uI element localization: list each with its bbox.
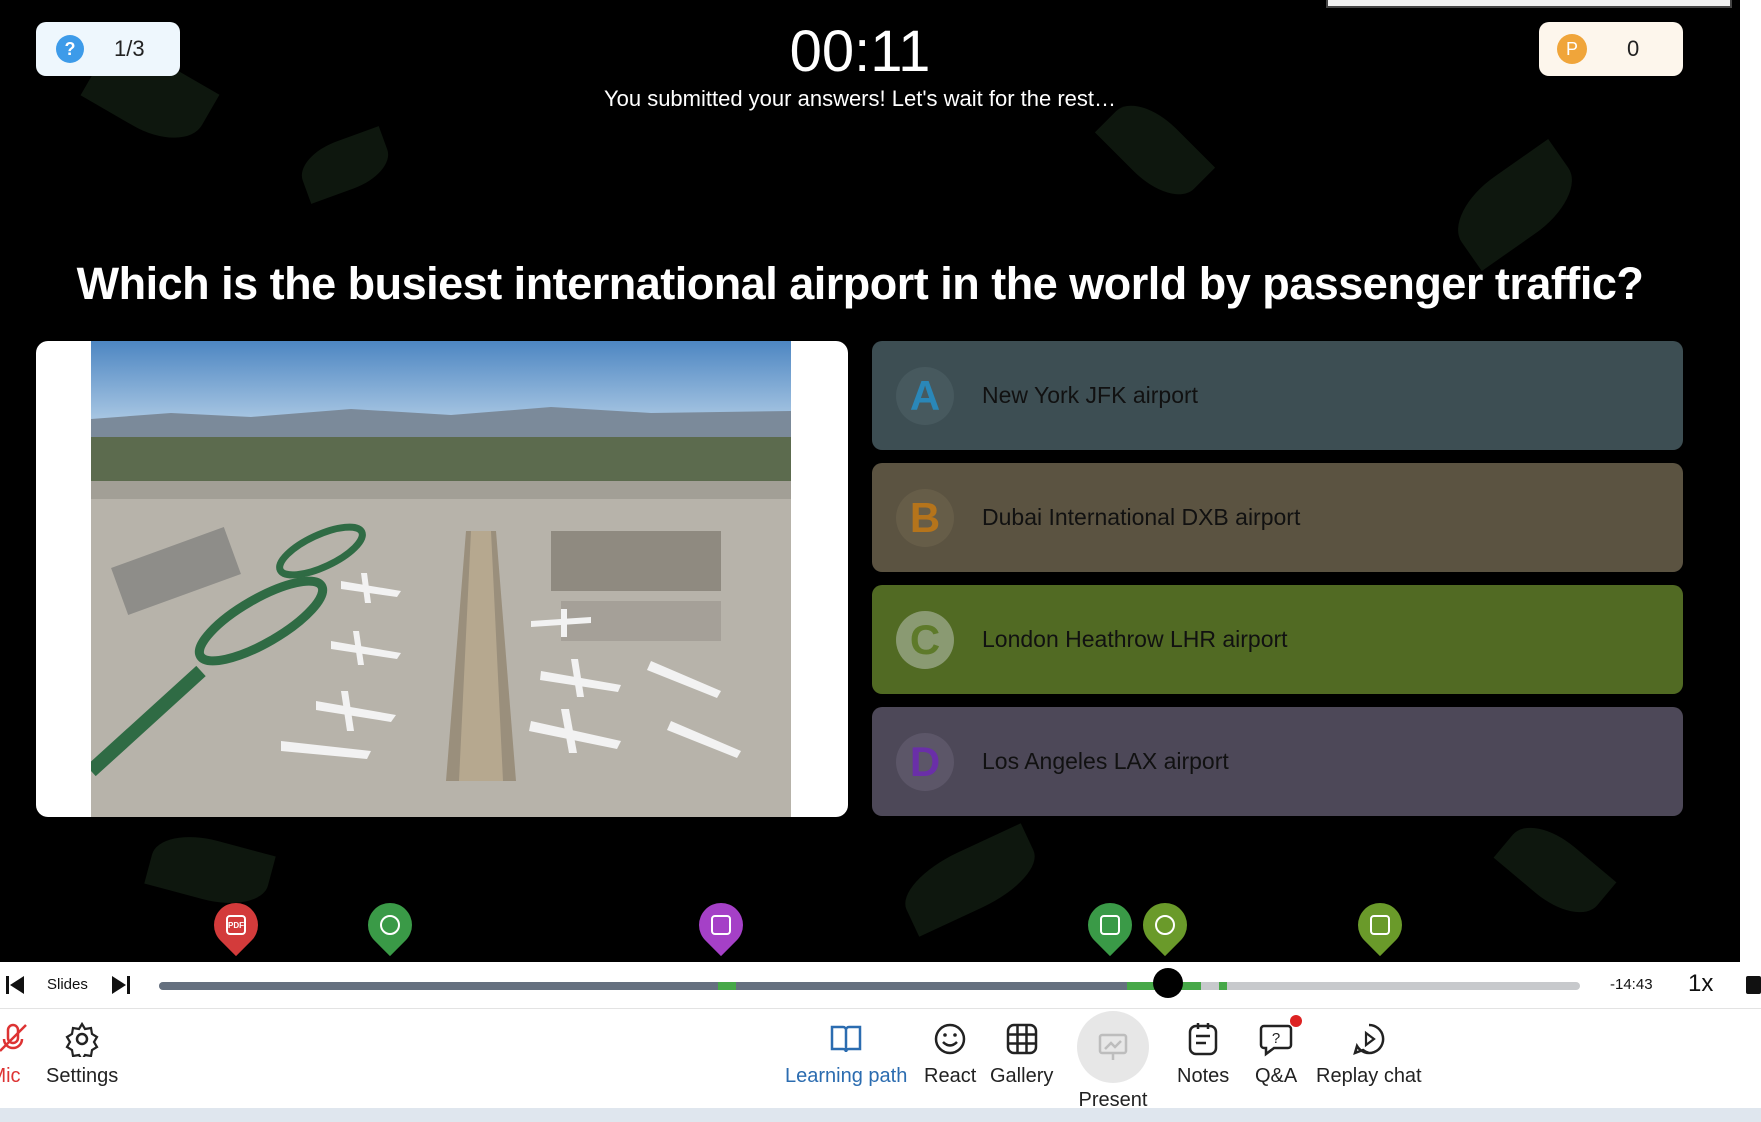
background-leaf [1493,811,1617,929]
qa-button[interactable]: ? Q&A [1255,1021,1297,1088]
previous-icon[interactable] [4,974,26,996]
next-icon[interactable] [110,974,132,996]
answer-text: London Heathrow LHR airport [982,626,1288,652]
notes-icon [1188,1023,1218,1056]
playback-bar: Slides -14:43 1x [0,962,1761,1007]
present-icon-circle [1077,1011,1149,1083]
gallery-label: Gallery [990,1065,1054,1087]
replay-chat-button[interactable]: Replay chat [1316,1021,1422,1088]
side-panel-edge [1740,0,1761,962]
background-leaf [893,823,1047,937]
question-image-card [36,341,848,817]
background-leaf [294,126,396,204]
mic-button[interactable]: Mic [0,1021,32,1088]
time-remaining: -14:43 [1610,976,1653,993]
quiz-marker-icon[interactable] [1078,893,1142,957]
gear-icon [65,1021,99,1057]
react-label: React [924,1065,977,1087]
present-button[interactable]: Present [1077,1011,1149,1112]
timeline-segment [718,982,736,990]
poll-marker-icon[interactable] [358,893,422,957]
learning-path-button[interactable]: Learning path [785,1021,907,1088]
timeline-scrubber[interactable] [1152,968,1183,998]
answer-option-b[interactable]: B Dubai International DXB airport [872,463,1683,572]
chart-marker-icon[interactable] [1348,893,1412,957]
svg-text:?: ? [1272,1030,1280,1047]
pdf-marker-icon[interactable]: PDF [204,893,268,957]
points-badge: P 0 [1539,22,1683,76]
answer-letter: C [896,610,954,669]
answer-text: Los Angeles LAX airport [982,748,1229,774]
participant-name-tag [1326,0,1732,8]
notes-button[interactable]: Notes [1177,1021,1229,1088]
react-button[interactable]: React [924,1021,976,1088]
timeline-track[interactable] [159,982,1580,990]
replay-chat-label: Replay chat [1316,1065,1422,1087]
timeline-segment [1219,982,1227,990]
timeline-segment [1181,982,1201,990]
award-marker-icon[interactable] [1133,893,1197,957]
points-icon: P [1557,34,1587,64]
answer-text: New York JFK airport [982,382,1199,408]
grid-icon [1006,1023,1037,1055]
notes-label: Notes [1177,1065,1230,1087]
status-message: You submitted your answers! Let's wait f… [603,86,1117,111]
qa-notification-dot [1290,1015,1302,1027]
answer-text: Dubai International DXB airport [982,504,1301,530]
background-leaf [144,825,276,915]
slides-label[interactable]: Slides [47,976,88,993]
points-value: 0 [1627,36,1640,61]
presentation-icon [1098,1033,1128,1060]
answer-letter: D [896,732,954,791]
mic-off-icon [0,1023,27,1052]
answer-letter: B [896,488,954,547]
background-leaf [1441,139,1589,271]
replay-chat-icon [1352,1023,1385,1056]
answer-letter: A [896,366,954,425]
bottom-toolbar: Mic Settings Learning path React Gallery… [0,1008,1761,1111]
countdown-timer: 00:11 [789,19,931,84]
image-marker-icon[interactable] [689,893,753,957]
question-bubble-icon: ? [1259,1024,1293,1057]
gallery-button[interactable]: Gallery [990,1021,1053,1088]
book-icon [830,1025,862,1053]
taskbar-edge [0,1108,1761,1122]
learning-path-label: Learning path [785,1065,908,1087]
captions-icon[interactable] [1746,976,1761,994]
mic-label: Mic [0,1065,21,1087]
settings-button[interactable]: Settings [46,1021,118,1088]
smiley-icon [934,1023,966,1055]
answer-option-d[interactable]: D Los Angeles LAX airport [872,707,1683,816]
question-text: Which is the busiest international airpo… [76,258,1644,309]
settings-label: Settings [46,1065,119,1087]
answer-option-a[interactable]: A New York JFK airport [872,341,1683,450]
timeline-progress [159,982,1168,990]
quiz-stage: ? 1/3 00:11 You submitted your answers! … [0,0,1761,962]
playback-speed[interactable]: 1x [1688,970,1713,998]
airport-photo [91,341,791,817]
qa-label: Q&A [1255,1065,1298,1087]
answer-option-c[interactable]: C London Heathrow LHR airport [872,585,1683,694]
